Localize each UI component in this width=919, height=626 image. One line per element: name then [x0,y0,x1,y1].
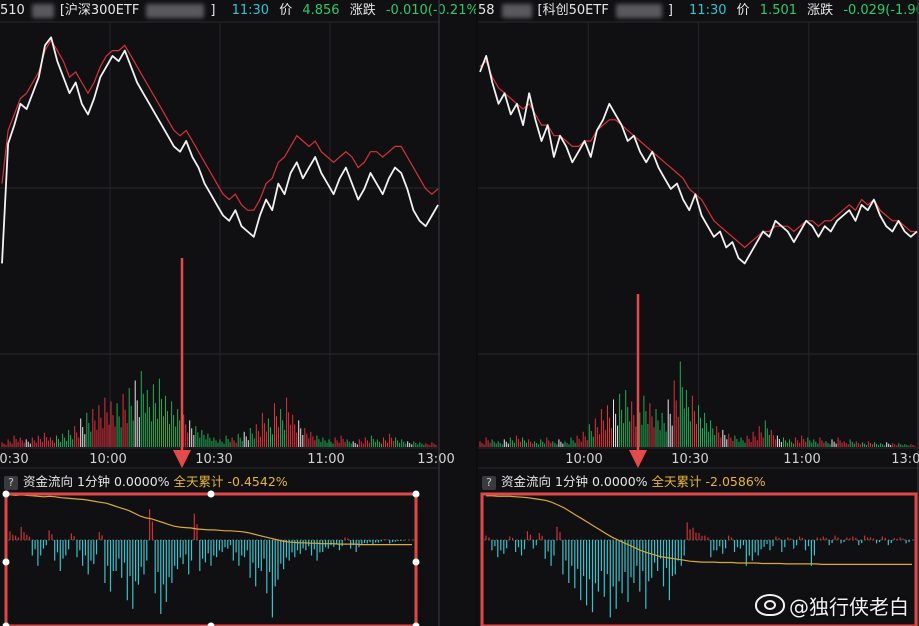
x-tick-label: 11:00 [783,452,820,467]
period-label[interactable]: 1分钟 [77,474,110,489]
x-tick-label: 10:30 [671,452,708,467]
cum-label: 全天累计 [173,474,224,489]
chart-panel-hs300: 510 [沪深300ETF] 11:30 价 4.856 涨跌 -0.010(-0… [0,0,476,626]
chart-panel-kc50: 58 [科创50ETF] 11:30 价 1.501 涨跌 -0.029(-1.9… [478,0,919,626]
resize-handle [412,622,420,626]
fund-flow-label: 资金流向 [23,474,74,489]
cum-value: -0.4542% [227,474,288,489]
fund-flow-header: ? 资金流向 1分钟 0.0000% 全天累计 -0.4542% [0,472,476,492]
cumulative-line [9,494,412,546]
resize-handle [2,622,10,626]
resize-handle [412,558,420,566]
cumulative-line [486,495,912,565]
x-tick-label: 10:30 [195,452,232,467]
cum-value: -2.0586% [705,474,766,489]
help-icon[interactable]: ? [4,476,18,490]
weibo-watermark: @独行侠老白 [755,591,909,620]
period-label[interactable]: 1分钟 [555,474,588,489]
arrow-head [173,450,191,468]
x-tick-label: 11:00 [307,452,344,467]
fund-flow-label: 资金流向 [501,474,552,489]
x-tick-label: 10:00 [565,452,602,467]
help-icon[interactable]: ? [482,476,496,490]
x-tick-label: 13:00 [417,452,454,467]
flow-current: 0.0000% [113,474,170,489]
x-tick-label: 10:00 [89,452,126,467]
intraday-chart: 0:30 10:00 10:30 11:00 13:00 [0,0,455,626]
arrow-head [629,450,647,468]
x-tick-label: 0:30 [0,452,29,467]
resize-handle [2,558,10,566]
x-tick-label: 13:00 [891,452,919,467]
weibo-icon [755,594,785,616]
intraday-chart: 10:00 10:30 11:00 13:00 [478,0,919,626]
cum-label: 全天累计 [651,474,702,489]
resize-handle [207,622,215,626]
flow-current: 0.0000% [591,474,648,489]
fund-flow-header: ? 资金流向 1分钟 0.0000% 全天累计 -2.0586% [478,472,919,492]
